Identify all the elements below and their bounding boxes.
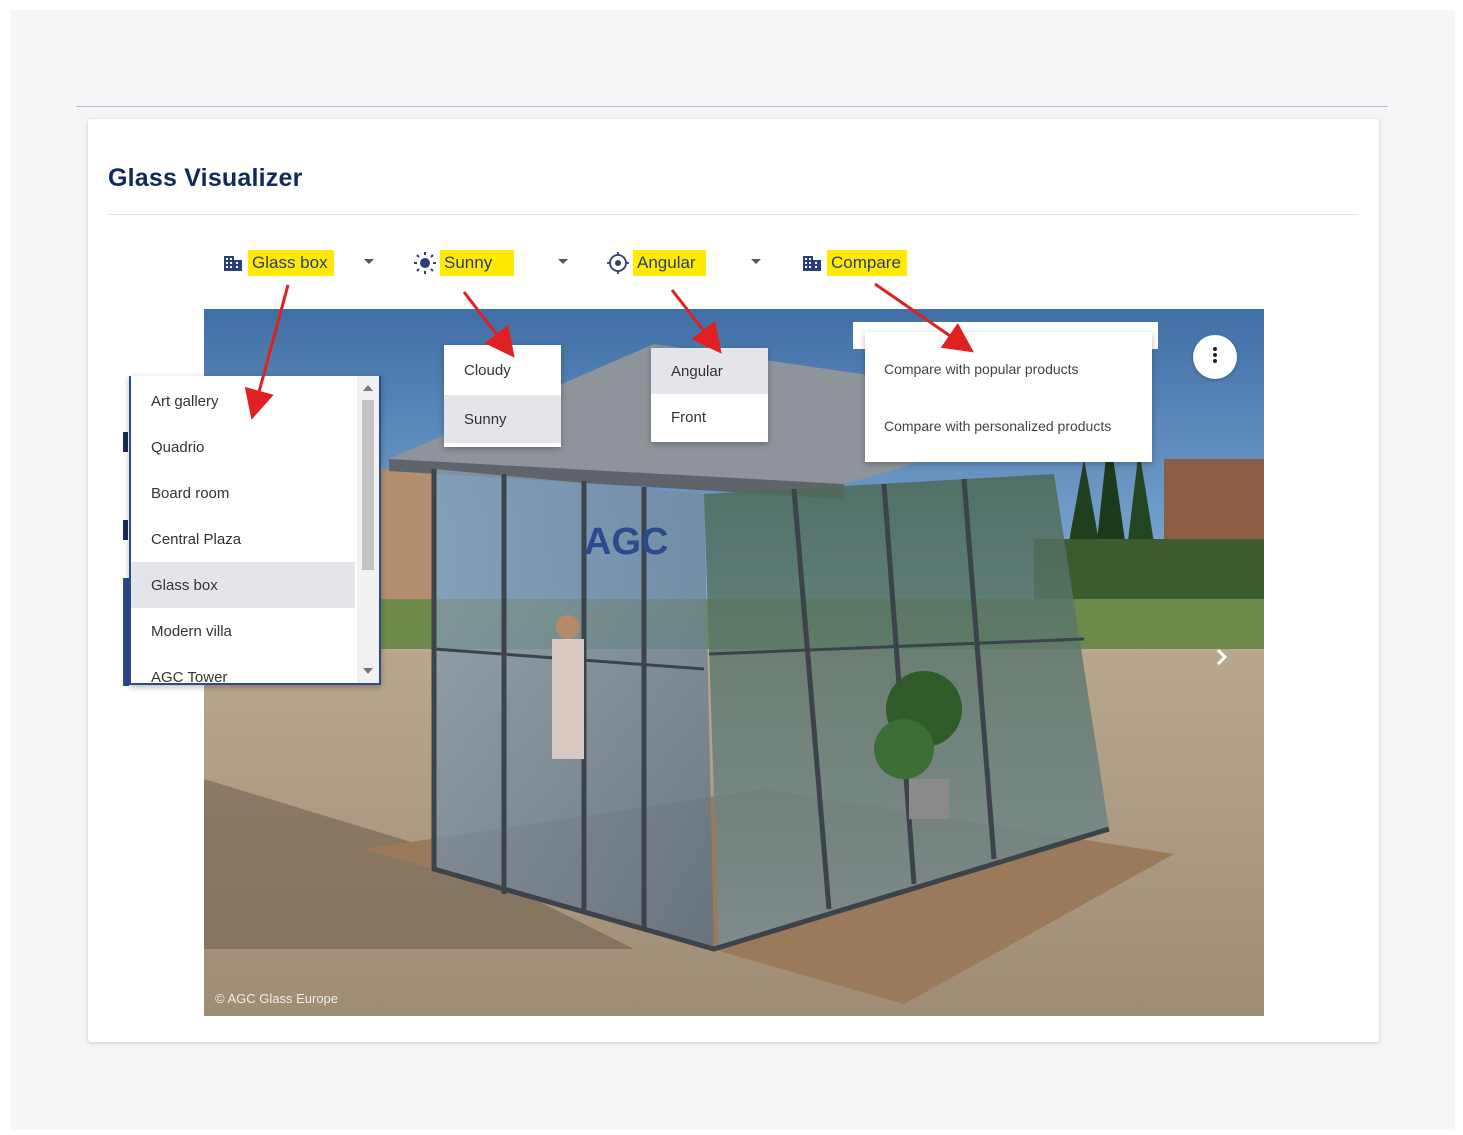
arrow-to-scene-menu [244, 284, 290, 420]
arrow-to-compare-menu [874, 282, 974, 353]
arrow-to-weather-menu [462, 291, 515, 358]
annotation-arrows [244, 282, 974, 420]
arrow-to-view-menu [670, 289, 722, 354]
